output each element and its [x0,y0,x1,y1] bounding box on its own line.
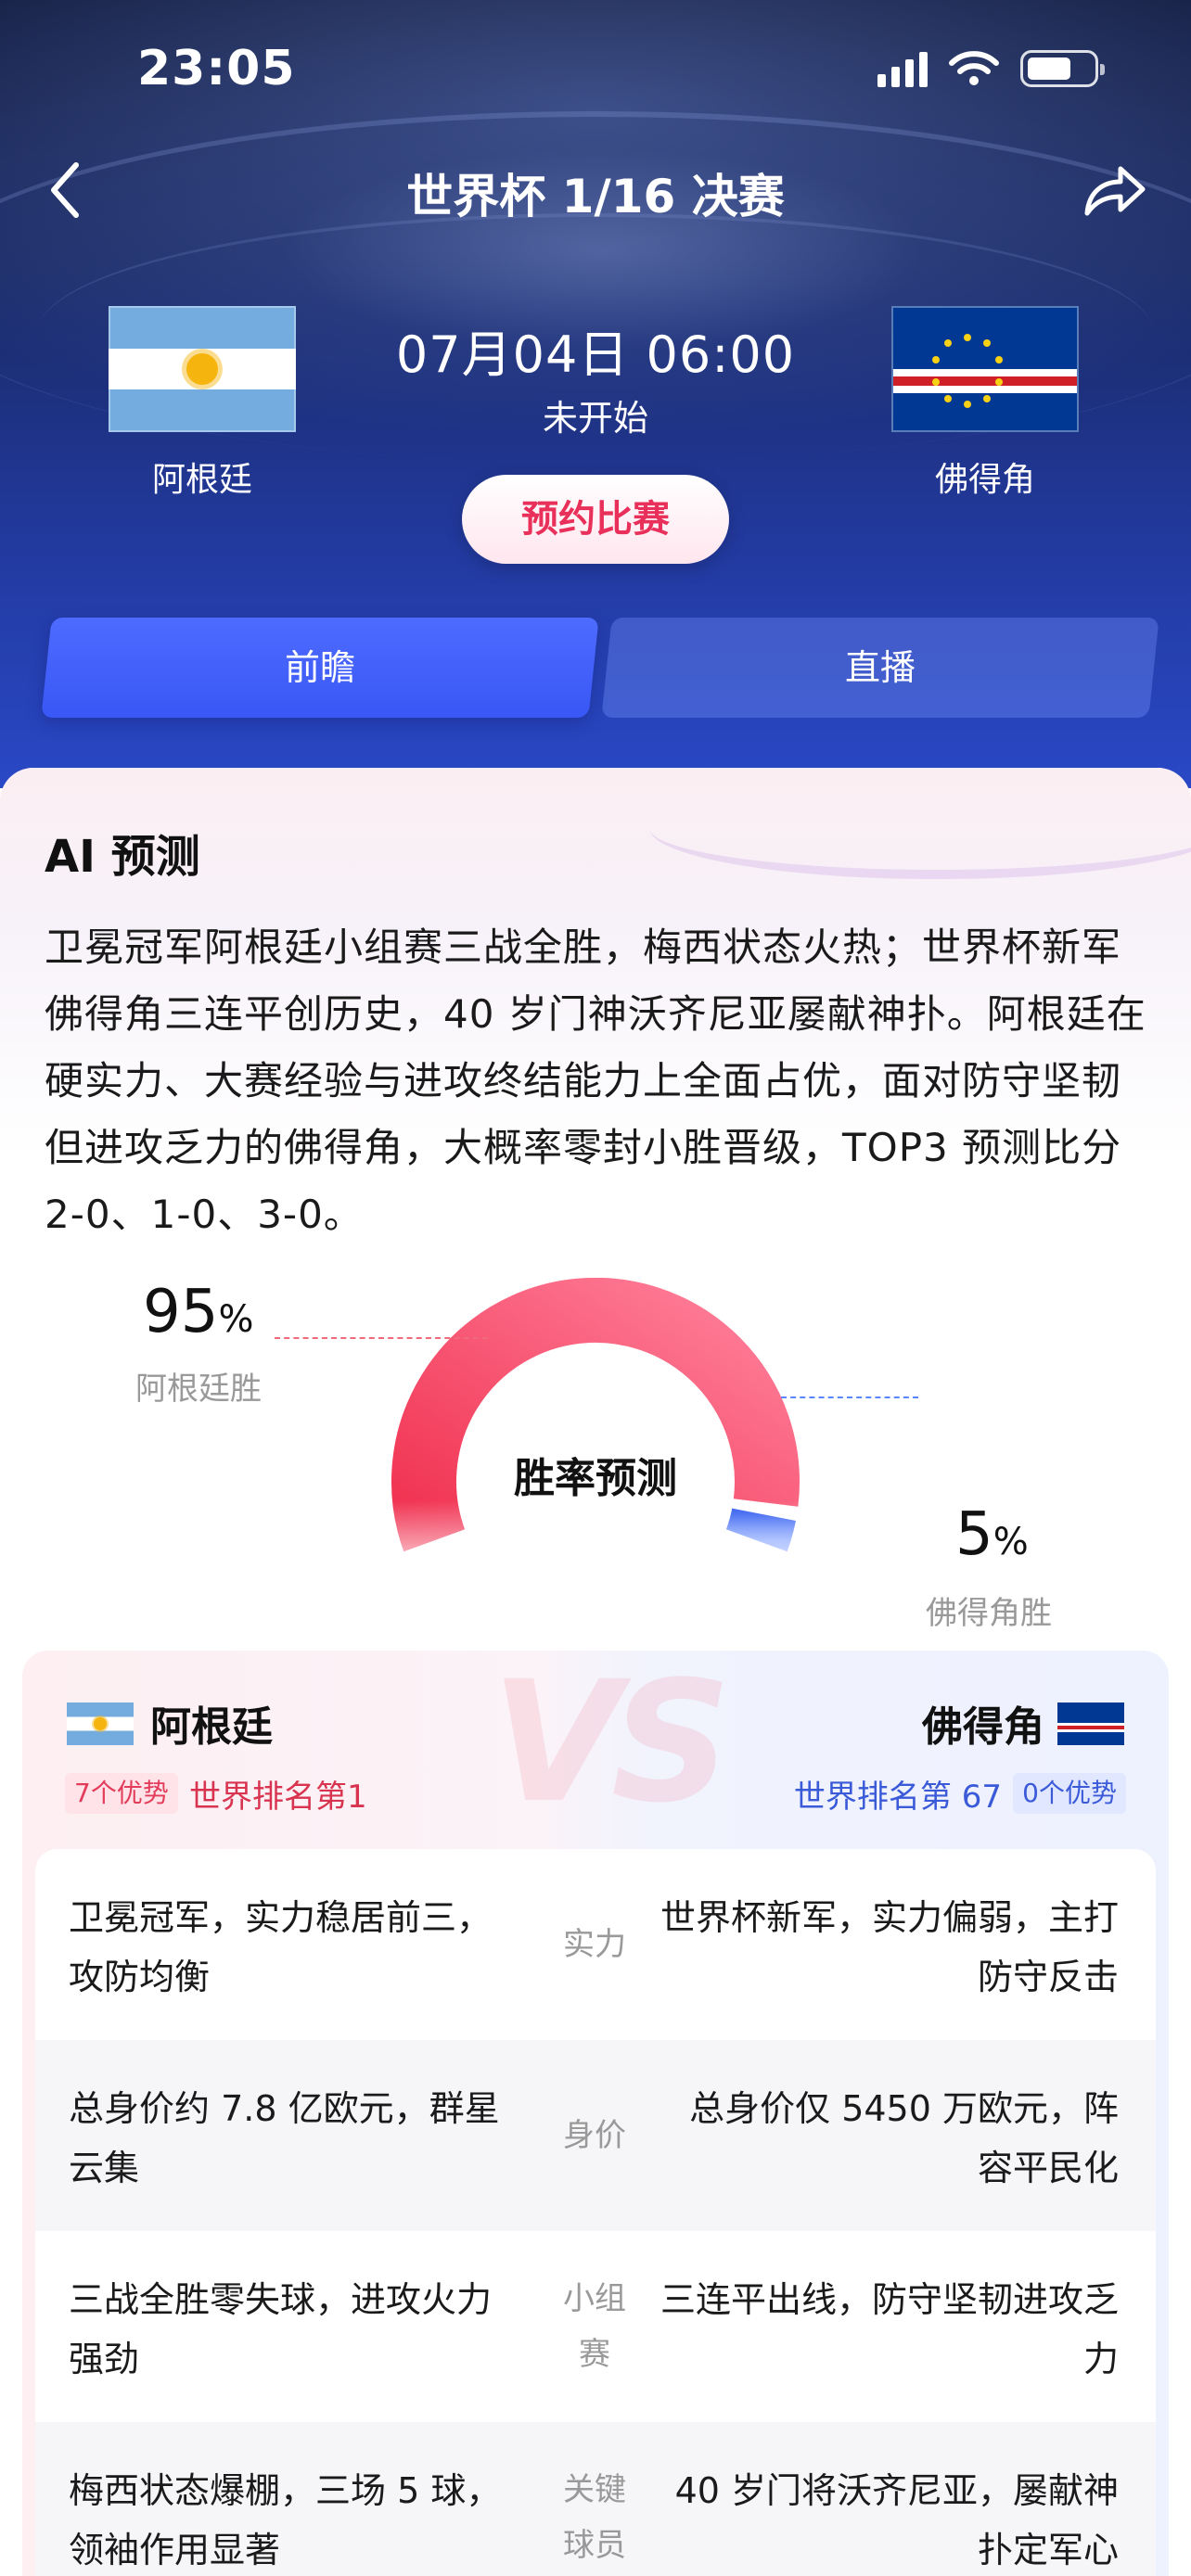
match-detail-page: 23:05 世界杯 1/16 决赛 阿根廷 07月04日 06:00 未开始 佛… [0,0,1191,2576]
comparison-row-key-player: 梅西状态爆棚，三场 5 球，领袖作用显著 关键球员 40 岁门将沃齐尼亚，屡献神… [35,2422,1156,2576]
row-category: 实力 [527,1849,662,2040]
share-icon[interactable] [1080,158,1148,223]
comparison-table: 卫冕冠军，实力稳居前三，攻防均衡 实力 世界杯新军，实力偏弱，主打防守反击 总身… [35,1849,1156,2576]
home-world-rank: 世界排名第1 [189,1779,367,1816]
away-advantage-badge: 0个优势 [1013,1773,1126,1814]
ai-prediction-text: 卫冕冠军阿根廷小组赛三战全胜，梅西状态火热；世界杯新军佛得角三连平创历史，40 … [45,925,1146,1237]
row-category-label: 身价 [563,2117,626,2154]
home-advantage-badge: 7个优势 [65,1773,178,1814]
row-away-value: 世界杯新军，实力偏弱，主打防守反击 [660,1897,1119,1997]
away-leader-line [781,1396,918,1398]
away-team[interactable]: 佛得角 [888,306,1082,501]
status-bar: 23:05 [0,0,1191,139]
row-category: 关键球员 [527,2422,662,2576]
argentina-flag-small-icon [67,1702,134,1745]
row-home-value: 梅西状态爆棚，三场 5 球，领袖作用显著 [69,2470,502,2570]
home-win-label: 阿根廷胜 [135,1371,262,1408]
row-home-value: 三战全胜零失球，进攻火力强劲 [69,2279,493,2379]
row-away-value: 总身价仅 5450 万欧元，阵容平民化 [689,2088,1119,2188]
away-win-percent: 5% [955,1500,1029,1569]
tab-live-label: 直播 [844,647,916,688]
row-category-label: 实力 [563,1926,626,1963]
cape-verde-flag-icon [891,306,1079,432]
wifi-icon [949,51,999,85]
row-home-value: 总身价约 7.8 亿欧元，群星云集 [69,2088,500,2188]
comparison-header: 阿根廷 7个优势 世界排名第1 佛得角 0个优势 世界排名第 67 [22,1651,1169,1836]
comparison-home-name: 阿根廷 [150,1703,273,1751]
comparison-away-name: 佛得角 [922,1703,1044,1751]
donut-fade [371,1500,820,1602]
tab-bar: 前瞻 直播 [37,618,1159,721]
home-team-name: 阿根廷 [151,461,252,499]
row-away-value: 40 岁门将沃齐尼亚，屡献神扑定军心 [674,2470,1119,2570]
page-title: 世界杯 1/16 决赛 [406,170,785,223]
away-world-rank: 世界排名第 67 [793,1779,1002,1816]
win-rate-chart: 胜率预测 95% 阿根廷胜 5% 佛得角胜 [0,1278,1191,1632]
win-rate-label: 胜率预测 [514,1455,677,1502]
away-team-name: 佛得角 [934,461,1035,499]
home-win-value: 95 [143,1278,219,1346]
home-win-percent: 95% [143,1278,253,1346]
row-category-label: 小组赛 [563,2280,626,2373]
comparison-row-value: 总身价约 7.8 亿欧元，群星云集 身价 总身价仅 5450 万欧元，阵容平民化 [35,2040,1156,2231]
status-time: 23:05 [137,41,296,96]
preview-content[interactable]: AI 预测 卫冕冠军阿根廷小组赛三战全胜，梅西状态火热；世界杯新军佛得角三连平创… [0,768,1191,2576]
team-comparison: VS 阿根廷 7个优势 世界排名第1 佛得角 0个优势 世界排名第 67 卫冕冠… [22,1651,1169,2576]
tab-live[interactable]: 直播 [601,618,1159,718]
battery-icon [1020,50,1105,87]
status-icons [877,50,1105,87]
cellular-signal-icon [877,50,928,87]
home-percent-sign: % [218,1298,254,1341]
match-header: 23:05 世界杯 1/16 决赛 阿根廷 07月04日 06:00 未开始 佛… [0,0,1191,788]
comparison-row-strength: 卫冕冠军，实力稳居前三，攻防均衡 实力 世界杯新军，实力偏弱，主打防守反击 [35,1849,1156,2040]
tab-preview-label: 前瞻 [284,647,355,688]
row-home-value: 卫冕冠军，实力稳居前三，攻防均衡 [69,1897,493,1997]
reserve-match-button[interactable]: 预约比赛 [462,475,729,564]
tab-preview[interactable]: 前瞻 [41,618,599,718]
row-category: 身价 [527,2040,662,2231]
row-category: 小组赛 [527,2231,662,2422]
home-leader-line [275,1337,488,1339]
away-win-label: 佛得角胜 [926,1595,1052,1632]
comparison-row-group-stage: 三战全胜零失球，进攻火力强劲 小组赛 三连平出线，防守坚韧进攻乏力 [35,2231,1156,2422]
row-away-value: 三连平出线，防守坚韧进攻乏力 [660,2279,1119,2379]
cape-verde-flag-small-icon [1057,1702,1124,1745]
ai-prediction-title: AI 预测 [45,831,200,883]
away-win-value: 5 [955,1500,993,1569]
away-percent-sign: % [992,1521,1029,1563]
row-category-label: 关键球员 [563,2471,626,2564]
